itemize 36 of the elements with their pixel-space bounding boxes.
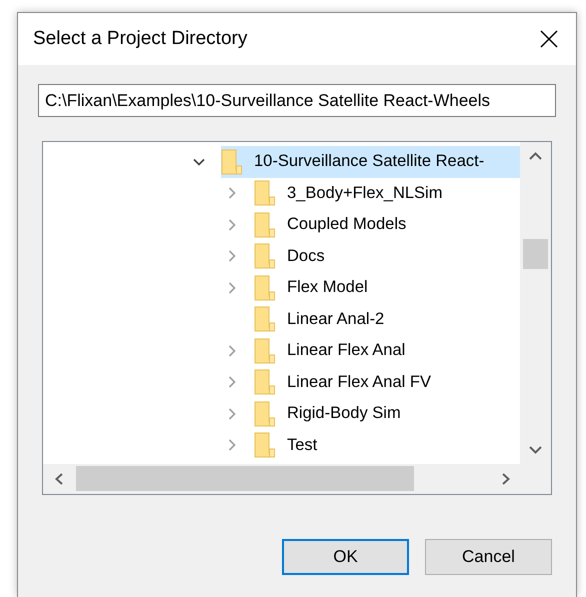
folder-name: Docs	[287, 246, 325, 266]
folder-icon	[254, 338, 276, 364]
folder-name: Linear Flex Anal FV	[287, 372, 431, 392]
folder-name: Linear Anal-2	[287, 310, 384, 329]
folder-icon	[254, 432, 276, 458]
folder-icon	[254, 212, 276, 238]
folder-tree-item[interactable]: Coupled Models	[43, 209, 520, 240]
folder-name: 10-Surveillance Satellite React-	[254, 152, 484, 172]
folder-icon	[254, 306, 276, 332]
vertical-scrollbar[interactable]	[520, 142, 551, 464]
horizontal-scrollbar[interactable]	[43, 464, 551, 494]
folder-tree-item[interactable]: Linear Flex Anal FV	[43, 366, 520, 398]
folder-icon	[254, 369, 276, 396]
folder-name: Test	[287, 436, 318, 455]
folder-icon	[254, 180, 276, 206]
folder-tree-item[interactable]: 3_Body+Flex_NLSim	[43, 178, 520, 209]
close-icon[interactable]	[540, 30, 558, 48]
folder-icon	[254, 400, 276, 427]
folder-icon	[254, 274, 276, 301]
folder-tree-item[interactable]: Test	[43, 430, 520, 461]
folder-tree-item[interactable]: Flex Model	[43, 272, 520, 304]
folder-name: Linear Flex Anal	[287, 341, 406, 360]
folder-icon	[221, 148, 243, 175]
folder-tree-item[interactable]: Linear Anal-2	[43, 304, 520, 335]
cancel-button[interactable]: Cancel	[425, 539, 552, 575]
window-title: Select a Project Directory	[33, 28, 248, 50]
folder-name: Coupled Models	[287, 215, 406, 234]
folder-tree-item[interactable]: Rigid-Body Sim	[43, 398, 520, 430]
folder-tree-item[interactable]: Docs	[43, 240, 520, 272]
folder-name: Flex Model	[287, 278, 368, 298]
folder-name: 3_Body+Flex_NLSim	[287, 184, 442, 203]
ok-button[interactable]: OK	[282, 539, 409, 575]
path-field[interactable]: C:\Flixan\Examples\10-Surveillance Satellite React-Wheels	[38, 84, 556, 117]
folder-tree-item[interactable]: Linear Flex Anal	[43, 335, 520, 366]
folder-name: Rigid-Body Sim	[287, 404, 401, 424]
folder-icon	[254, 243, 276, 270]
